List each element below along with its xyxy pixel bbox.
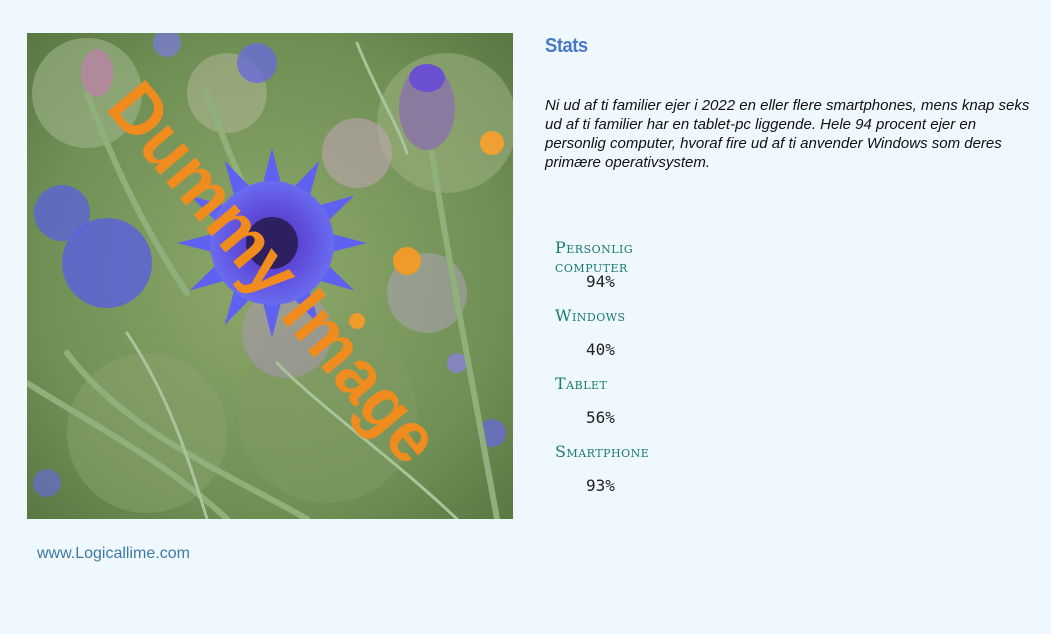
logicallime-link[interactable]: www.Logicallime.com	[37, 545, 190, 563]
stats-heading: Stats	[545, 35, 588, 57]
stat-label: Smartphone	[555, 442, 650, 461]
stat-value: 93%	[586, 476, 615, 495]
stat-label: Personlig computer	[555, 238, 634, 276]
stat-value: 56%	[586, 408, 615, 427]
stat-value: 40%	[586, 340, 615, 359]
cornflower-photo: Dummy Image	[27, 33, 513, 519]
dummy-image-watermark: Dummy Image	[92, 67, 455, 478]
stats-description: Ni ud af ti familier ejer i 2022 en elle…	[545, 97, 1030, 171]
stat-value: 94%	[586, 272, 615, 291]
stat-label: Windows	[555, 306, 626, 325]
stat-label: Tablet	[555, 374, 608, 393]
